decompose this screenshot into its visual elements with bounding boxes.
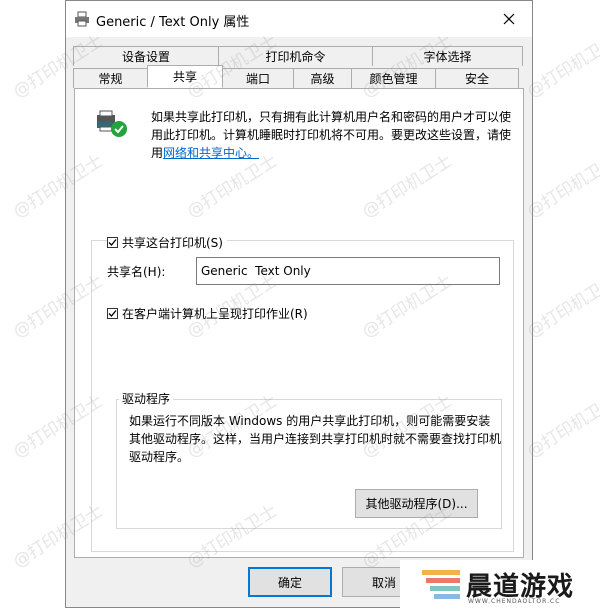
tab-security[interactable]: 安全 [435,68,519,88]
share-name-label: 共享名(H): [107,265,166,279]
network-sharing-center-link[interactable]: 网络和共享中心。 [163,146,259,160]
render-jobs-checkbox[interactable] [107,308,118,319]
printer-icon [75,11,89,27]
share-name-input[interactable] [196,257,500,285]
title-bar: Generic / Text Only 属性 [66,1,532,37]
site-logo: 晨道游戏 WWW.CHENDAOLTOR.CC [400,560,600,612]
close-button[interactable] [486,1,532,37]
logo-stripes-icon [422,570,460,599]
checkmark-icon [108,239,117,246]
render-jobs-label: 在客户端计算机上呈现打印作业(R) [122,307,308,321]
printer-properties-dialog: Generic / Text Only 属性 设备设置 打印机命令 字体选择 常… [65,0,533,608]
close-icon [503,13,515,25]
tab-printer-commands[interactable]: 打印机命令 [218,46,373,66]
sharing-info-text: 如果共享此打印机，只有拥有此计算机用户名和密码的用户才可以使用此打印机。计算机睡… [151,108,515,162]
tab-ports[interactable]: 端口 [222,68,294,88]
logo-url: WWW.CHENDAOLTOR.CC [468,598,561,605]
tab-sharing[interactable]: 共享 [147,65,223,88]
tab-color-management[interactable]: 颜色管理 [351,68,436,88]
drivers-legend: 驱动程序 [119,390,174,407]
additional-drivers-button[interactable]: 其他驱动程序(D)... [355,489,478,518]
window-title: Generic / Text Only 属性 [96,15,250,30]
sharing-panel: 如果共享此打印机，只有拥有此计算机用户名和密码的用户才可以使用此打印机。计算机睡… [74,88,524,558]
ok-button[interactable]: 确定 [248,567,332,597]
tab-row-front: 常规 共享 端口 高级 颜色管理 安全 [73,65,519,88]
render-jobs-checkbox-row[interactable]: 在客户端计算机上呈现打印作业(R) [107,305,312,322]
tab-general[interactable]: 常规 [73,68,148,88]
share-printer-checkbox[interactable] [107,237,118,248]
shared-printer-icon [97,110,127,137]
tab-row-back: 设备设置 打印机命令 字体选择 [73,46,523,66]
share-printer-label: 共享这台打印机(S) [122,236,223,250]
drivers-description: 如果运行不同版本 Windows 的用户共享此打印机，则可能需要安装其他驱动程序… [129,414,502,464]
share-printer-checkbox-row[interactable]: 共享这台打印机(S) [107,234,227,251]
checkmark-icon [108,310,117,317]
tab-advanced[interactable]: 高级 [293,68,352,88]
tab-device-settings[interactable]: 设备设置 [73,46,219,66]
tab-font-selection[interactable]: 字体选择 [372,46,523,66]
